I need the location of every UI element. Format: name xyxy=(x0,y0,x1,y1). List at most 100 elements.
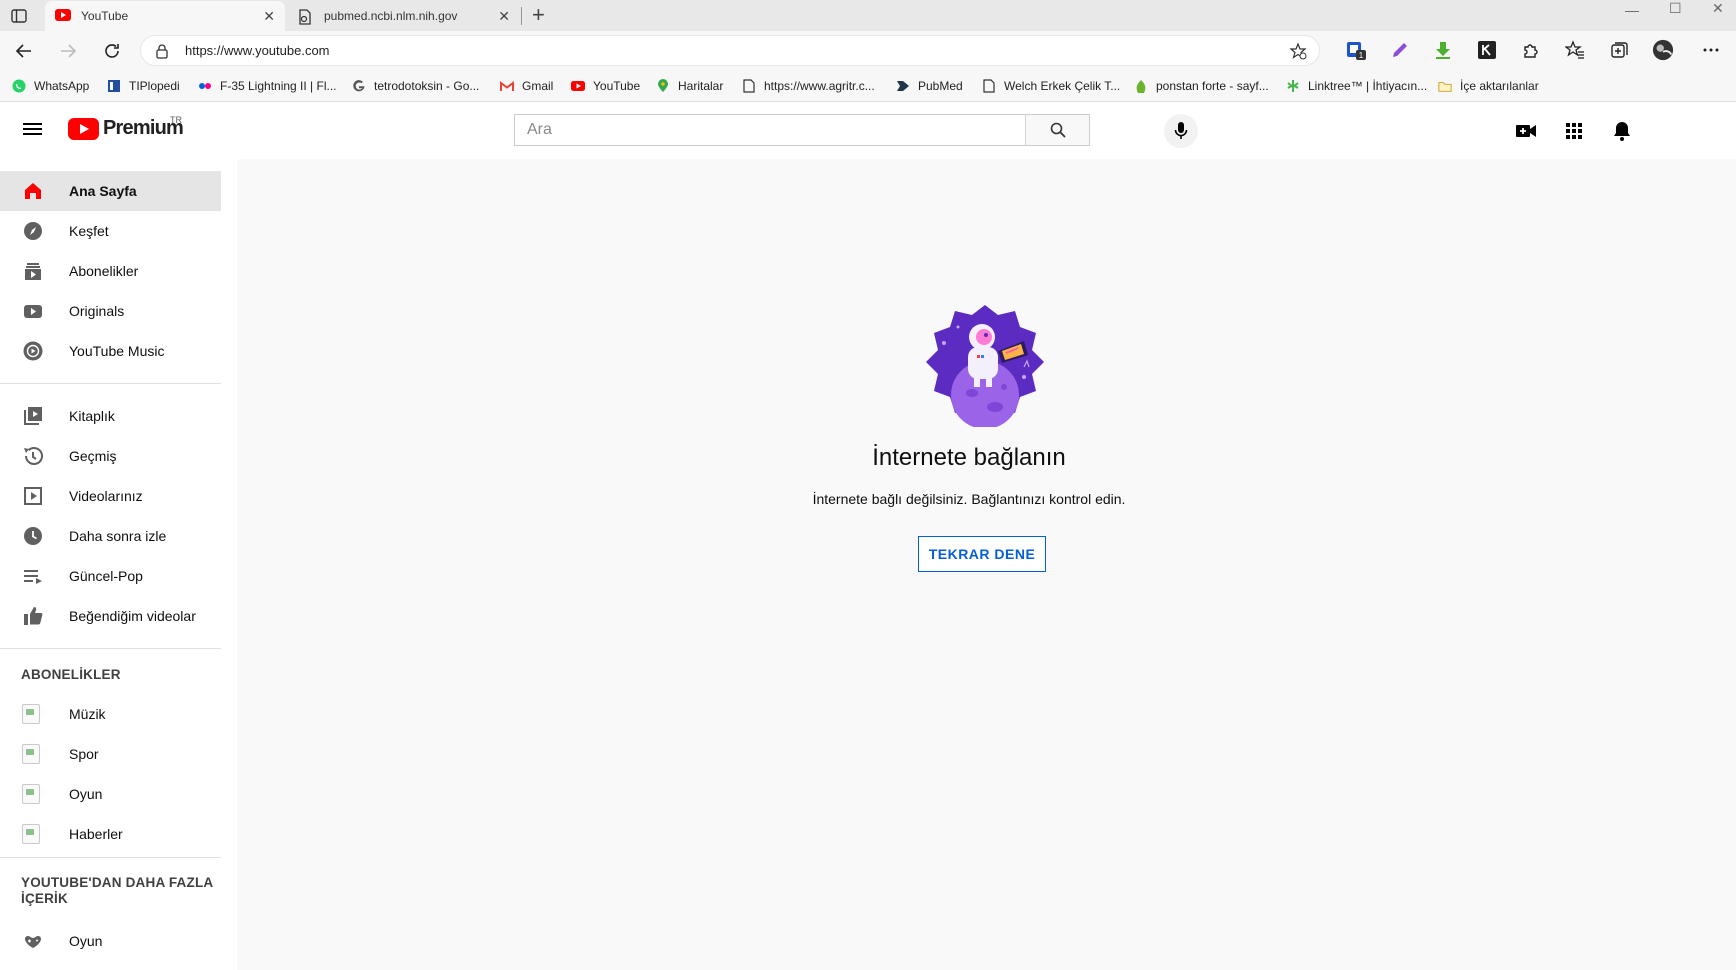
tab-youtube[interactable]: YouTube ✕ xyxy=(45,1,285,31)
sidebar-item-explore[interactable]: Keşfet xyxy=(0,211,221,251)
gmail-icon xyxy=(500,79,514,93)
voice-search-button[interactable] xyxy=(1164,114,1198,148)
sidebar-subscription-item[interactable]: Spor xyxy=(0,734,221,774)
refresh-button[interactable] xyxy=(102,41,122,61)
gaming-icon xyxy=(22,930,44,952)
bookmark-label: TIPlopedi xyxy=(129,79,180,93)
bookmark-ponstan[interactable]: ponstan forte - sayf... xyxy=(1134,79,1269,93)
bookmark-youtube[interactable]: YouTube xyxy=(571,79,640,93)
offline-message: İnternete bağlı değilsiniz. Bağlantınızı… xyxy=(812,491,1126,507)
sidebar-subscription-item[interactable]: Oyun xyxy=(0,774,221,814)
leaf-icon xyxy=(1134,79,1148,93)
your-videos-icon xyxy=(22,485,44,507)
youtube-masthead: Premium TR xyxy=(0,102,1736,159)
channel-avatar xyxy=(22,824,40,844)
search-button[interactable] xyxy=(1025,115,1089,145)
sidebar-item-youtube-music[interactable]: YouTube Music xyxy=(0,331,221,371)
sidebar-item-your-videos[interactable]: Videolarınız xyxy=(0,476,221,516)
sidebar-subscription-item[interactable]: Haberler xyxy=(0,814,221,854)
bookmark-f35[interactable]: F-35 Lightning II | Fl... xyxy=(198,79,337,93)
close-tab-icon[interactable]: ✕ xyxy=(263,8,275,25)
create-video-icon[interactable] xyxy=(1514,119,1538,143)
bookmark-linktree[interactable]: Linktree™ | İhtiyacın... xyxy=(1286,79,1427,93)
bookmark-label: Welch Erkek Çelik T... xyxy=(1004,79,1121,93)
bookmark-agritr[interactable]: https://www.agritr.c... xyxy=(742,79,875,93)
tab-title: YouTube xyxy=(81,9,129,23)
country-code: TR xyxy=(170,115,182,125)
bookmark-whatsapp[interactable]: WhatsApp xyxy=(12,79,89,93)
sidebar-item-label: Keşfet xyxy=(69,223,109,239)
tab-pubmed[interactable]: pubmed.ncbi.nlm.nih.gov ✕ xyxy=(288,1,520,31)
profile-avatar-icon[interactable] xyxy=(1652,39,1674,61)
sidebar-item-label: Haberler xyxy=(69,826,123,842)
sidebar-item-originals[interactable]: Originals xyxy=(0,291,221,331)
main-content: İnternete bağlanın İnternete bağlı değil… xyxy=(237,159,1736,970)
originals-icon xyxy=(22,300,44,322)
bookmark-label: F-35 Lightning II | Fl... xyxy=(220,79,337,93)
guide-sidebar: Ana Sayfa Keşfet Abonelikler Originals Y… xyxy=(0,159,237,970)
retry-button[interactable]: TEKRAR DENE xyxy=(918,536,1046,572)
whatsapp-icon xyxy=(12,79,26,93)
extensions-puzzle-icon[interactable] xyxy=(1520,39,1542,61)
bookmark-gmail[interactable]: Gmail xyxy=(500,79,553,93)
maximize-button[interactable]: ☐ xyxy=(1669,0,1682,16)
page-favicon-icon xyxy=(298,9,312,25)
bookmark-tetrodotoksin[interactable]: tetrodotoksin - Go... xyxy=(352,79,479,93)
pen-extension-icon[interactable] xyxy=(1389,39,1411,61)
minimize-button[interactable]: — xyxy=(1625,2,1639,18)
close-window-button[interactable]: ✕ xyxy=(1712,0,1724,16)
k-extension-icon[interactable] xyxy=(1476,39,1498,61)
new-tab-button[interactable]: + xyxy=(532,3,545,27)
sidebar-item-library[interactable]: Kitaplık xyxy=(0,396,221,436)
download-extension-icon[interactable] xyxy=(1432,39,1454,61)
sidebar-item-history[interactable]: Geçmiş xyxy=(0,436,221,476)
sidebar-item-label: Abonelikler xyxy=(69,263,139,279)
tab-actions-icon[interactable] xyxy=(10,7,28,25)
youtube-premium-logo[interactable]: Premium TR xyxy=(68,115,184,140)
sidebar-item-home[interactable]: Ana Sayfa xyxy=(0,171,221,211)
back-button[interactable] xyxy=(14,41,34,61)
microphone-icon xyxy=(1174,122,1188,139)
sidebar-item-label: Ana Sayfa xyxy=(69,183,137,199)
sidebar-item-subscriptions[interactable]: Abonelikler xyxy=(0,251,221,291)
favorites-icon[interactable] xyxy=(1564,39,1586,61)
bookmark-pubmed[interactable]: PubMed xyxy=(896,79,963,93)
sidebar-item-playlist[interactable]: Güncel-Pop xyxy=(0,556,221,596)
url-field[interactable]: https://www.youtube.com xyxy=(140,35,1320,66)
sidebar-subscription-item[interactable]: Müzik xyxy=(0,694,221,734)
sidebar-item-label: Oyun xyxy=(69,786,103,802)
lock-icon[interactable] xyxy=(155,44,169,59)
sidebar-item-liked-videos[interactable]: Beğendiğim videolar xyxy=(0,596,221,636)
sidebar-item-label: Videolarınız xyxy=(69,488,143,504)
sidebar-item-gaming[interactable]: Oyun xyxy=(0,921,221,961)
history-icon xyxy=(22,445,44,467)
bookmark-tiplopedi[interactable]: TIPlopedi xyxy=(107,79,180,93)
more-menu-icon[interactable] xyxy=(1700,39,1722,61)
apps-grid-icon[interactable] xyxy=(1562,119,1586,143)
hamburger-menu-icon[interactable] xyxy=(22,120,44,138)
music-icon xyxy=(22,340,44,362)
sidebar-item-label: Spor xyxy=(69,746,99,762)
more-from-youtube-heading: YOUTUBE'DAN DAHA FAZLA İÇERİK xyxy=(21,875,213,906)
youtube-icon xyxy=(571,79,585,93)
search-input[interactable] xyxy=(515,115,1025,145)
close-tab-icon[interactable]: ✕ xyxy=(498,8,510,25)
extension-badge-icon[interactable]: 1 xyxy=(1345,39,1367,61)
google-icon xyxy=(352,79,366,93)
bookmark-haritalar[interactable]: Haritalar xyxy=(656,79,723,93)
bookmarks-bar: WhatsApp TIPlopedi F-35 Lightning II | F… xyxy=(0,71,1736,102)
bookmark-welch[interactable]: Welch Erkek Çelik T... xyxy=(982,79,1120,93)
bookmark-label: Linktree™ | İhtiyacın... xyxy=(1308,79,1428,93)
collections-icon[interactable] xyxy=(1608,39,1630,61)
sidebar-item-label: YouTube Music xyxy=(69,343,165,359)
forward-button[interactable] xyxy=(58,41,78,61)
notifications-bell-icon[interactable] xyxy=(1610,119,1634,143)
tab-title: pubmed.ncbi.nlm.nih.gov xyxy=(324,9,458,23)
bookmark-label: İçe aktarılanlar xyxy=(1460,79,1539,93)
bookmark-folder-imported[interactable]: İçe aktarılanlar xyxy=(1438,79,1539,93)
address-bar-row: https://www.youtube.com 1 xyxy=(0,31,1736,71)
tab-divider xyxy=(521,7,522,25)
add-favorite-icon[interactable] xyxy=(1289,42,1307,60)
sidebar-divider xyxy=(0,648,221,649)
sidebar-item-watch-later[interactable]: Daha sonra izle xyxy=(0,516,221,556)
